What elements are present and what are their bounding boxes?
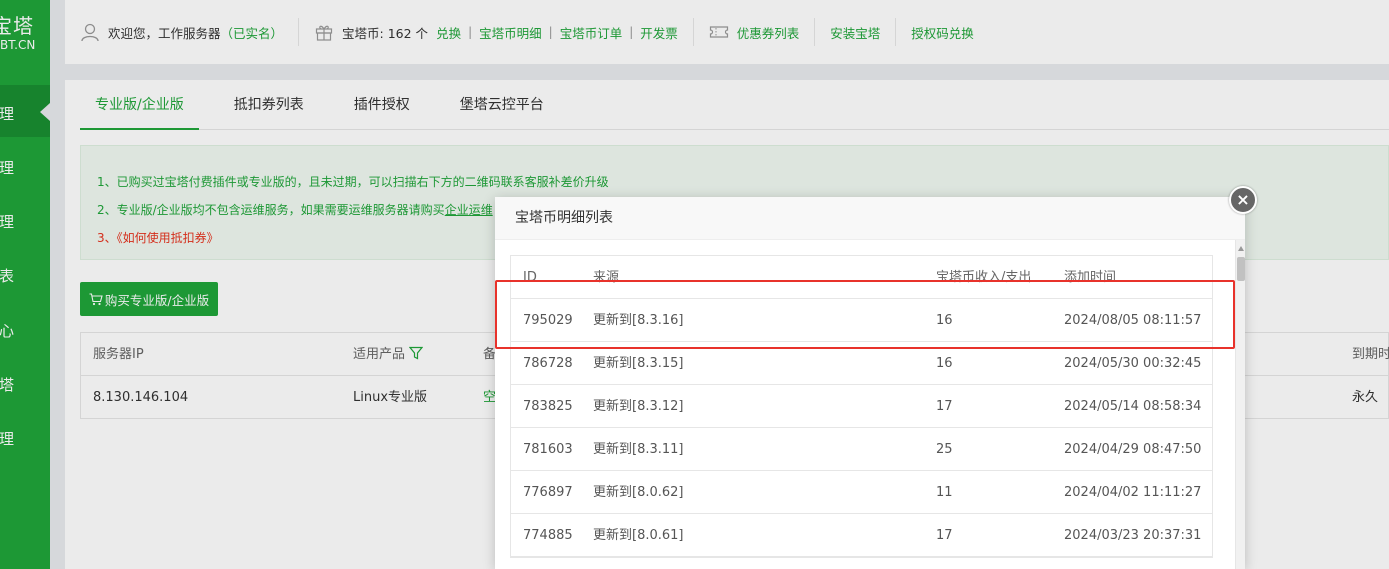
modal-close-button[interactable]: × xyxy=(1229,186,1257,214)
row-id: 783825 xyxy=(523,399,573,414)
table-row: 783825 更新到[8.3.12] 17 2024/05/14 08:58:3… xyxy=(511,385,1212,428)
row-source: 更新到[8.3.12] xyxy=(593,399,684,414)
row-amount: 17 xyxy=(936,399,953,414)
table-row: 781603 更新到[8.3.11] 25 2024/04/29 08:47:5… xyxy=(511,428,1212,471)
highlight-box xyxy=(495,280,1235,349)
modal-scrollbar[interactable] xyxy=(1235,240,1245,569)
row-time: 2024/03/23 20:37:31 xyxy=(1064,528,1202,543)
row-time: 2024/04/02 11:11:27 xyxy=(1064,485,1202,500)
row-id: 774885 xyxy=(523,528,573,543)
modal-title: 宝塔币明细列表 xyxy=(495,197,1245,240)
row-amount: 25 xyxy=(936,442,953,457)
row-time: 2024/05/14 08:58:34 xyxy=(1064,399,1202,414)
coin-detail-modal: 宝塔币明细列表 ID 来源 宝塔币收入/支出 添加时间 795029 更新到[8… xyxy=(495,197,1245,569)
row-time: 2024/04/29 08:47:50 xyxy=(1064,442,1202,457)
row-source: 更新到[8.3.11] xyxy=(593,442,684,457)
row-amount: 11 xyxy=(936,485,953,500)
table-row: 776897 更新到[8.0.62] 11 2024/04/02 11:11:2… xyxy=(511,471,1212,514)
scroll-thumb[interactable] xyxy=(1237,257,1245,281)
scroll-up-arrow-icon[interactable] xyxy=(1238,246,1244,251)
row-id: 776897 xyxy=(523,485,573,500)
row-amount: 17 xyxy=(936,528,953,543)
row-source: 更新到[8.0.61] xyxy=(593,528,684,543)
row-id: 781603 xyxy=(523,442,573,457)
table-row: 774885 更新到[8.0.61] 17 2024/03/23 20:37:3… xyxy=(511,514,1212,557)
row-source: 更新到[8.0.62] xyxy=(593,485,684,500)
